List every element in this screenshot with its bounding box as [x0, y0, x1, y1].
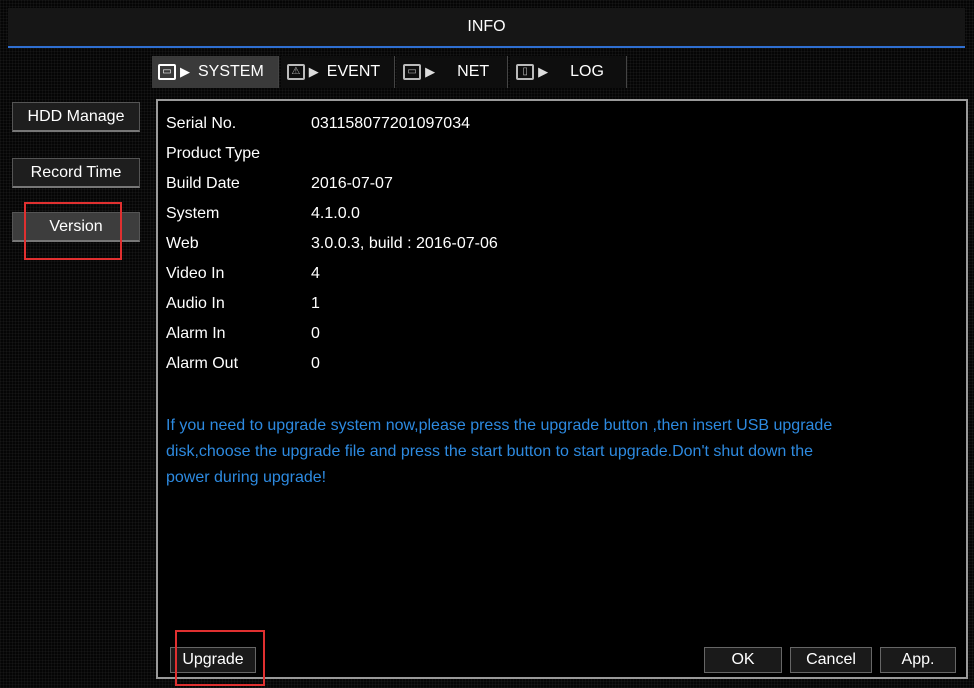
info-row-audio-in: Audio In 1: [166, 289, 498, 319]
apply-button[interactable]: App.: [880, 647, 956, 673]
play-arrow-icon: ▶: [180, 64, 190, 79]
info-panel: Serial No. 031158077201097034 Product Ty…: [156, 99, 968, 679]
info-label: Video In: [166, 265, 225, 282]
info-value: 031158077201097034: [311, 115, 470, 132]
info-table: Serial No. 031158077201097034 Product Ty…: [166, 109, 498, 379]
sidebar-item-label: Version: [49, 217, 103, 235]
info-label: Audio In: [166, 295, 225, 312]
info-value: 4.1.0.0: [311, 205, 360, 222]
warning-icon: ⚠: [286, 64, 305, 80]
info-label: Product Type: [166, 145, 260, 162]
tab-log[interactable]: ▯ ▶ LOG: [510, 56, 627, 88]
info-value: 4: [311, 265, 320, 282]
info-value: 2016-07-07: [311, 175, 393, 192]
monitor-icon: ▭: [158, 64, 176, 80]
info-row-web: Web 3.0.0.3, build : 2016-07-06: [166, 229, 498, 259]
sidebar-item-label: Record Time: [30, 163, 122, 181]
sidebar-item-hdd-manage[interactable]: HDD Manage: [12, 102, 140, 132]
info-row-video-in: Video In 4: [166, 259, 498, 289]
tab-net[interactable]: ▭ ▶ NET: [397, 56, 509, 88]
log-icon: ▯: [516, 64, 535, 80]
network-icon: ▭: [403, 64, 422, 80]
info-label: Alarm In: [166, 325, 226, 342]
tab-label: SYSTEM: [198, 63, 264, 80]
upgrade-button[interactable]: Upgrade: [170, 647, 256, 673]
tab-event[interactable]: ⚠ ▶ EVENT: [280, 56, 396, 88]
info-value: 1: [311, 295, 320, 312]
window-title: INFO: [467, 18, 506, 35]
sidebar-item-record-time[interactable]: Record Time: [12, 158, 140, 188]
info-row-serial: Serial No. 031158077201097034: [166, 109, 498, 139]
info-label: Web: [166, 235, 199, 252]
ok-button[interactable]: OK: [704, 647, 782, 673]
sidebar-item-label: HDD Manage: [27, 107, 125, 125]
info-label: System: [166, 205, 220, 222]
info-label: Alarm Out: [166, 355, 239, 372]
tab-label: LOG: [570, 63, 604, 80]
info-value: 0: [311, 355, 320, 372]
tab-bar: ▭ ▶ SYSTEM ⚠ ▶ EVENT ▭ ▶ NET ▯ ▶ LOG: [152, 56, 629, 88]
play-arrow-icon: ▶: [538, 64, 549, 79]
info-value: 0: [311, 325, 320, 342]
tab-system[interactable]: ▭ ▶ SYSTEM: [152, 56, 279, 88]
info-value: 3.0.0.3, build : 2016-07-06: [311, 235, 498, 252]
play-arrow-icon: ▶: [425, 64, 436, 79]
sidebar-item-version[interactable]: Version: [12, 212, 140, 242]
info-row-alarm-out: Alarm Out 0: [166, 349, 498, 379]
upgrade-instructions: If you need to upgrade system now,please…: [166, 417, 833, 486]
info-label: Build Date: [166, 175, 240, 192]
info-row-build-date: Build Date 2016-07-07: [166, 169, 498, 199]
tab-label: NET: [457, 63, 490, 80]
play-arrow-icon: ▶: [308, 64, 319, 79]
info-label: Serial No.: [166, 115, 237, 132]
info-row-alarm-in: Alarm In 0: [166, 319, 498, 349]
cancel-button[interactable]: Cancel: [790, 647, 872, 673]
tab-label: EVENT: [326, 63, 381, 80]
window-title-bar: INFO: [8, 8, 965, 48]
info-row-system: System 4.1.0.0: [166, 199, 498, 229]
info-row-product-type: Product Type: [166, 139, 498, 169]
